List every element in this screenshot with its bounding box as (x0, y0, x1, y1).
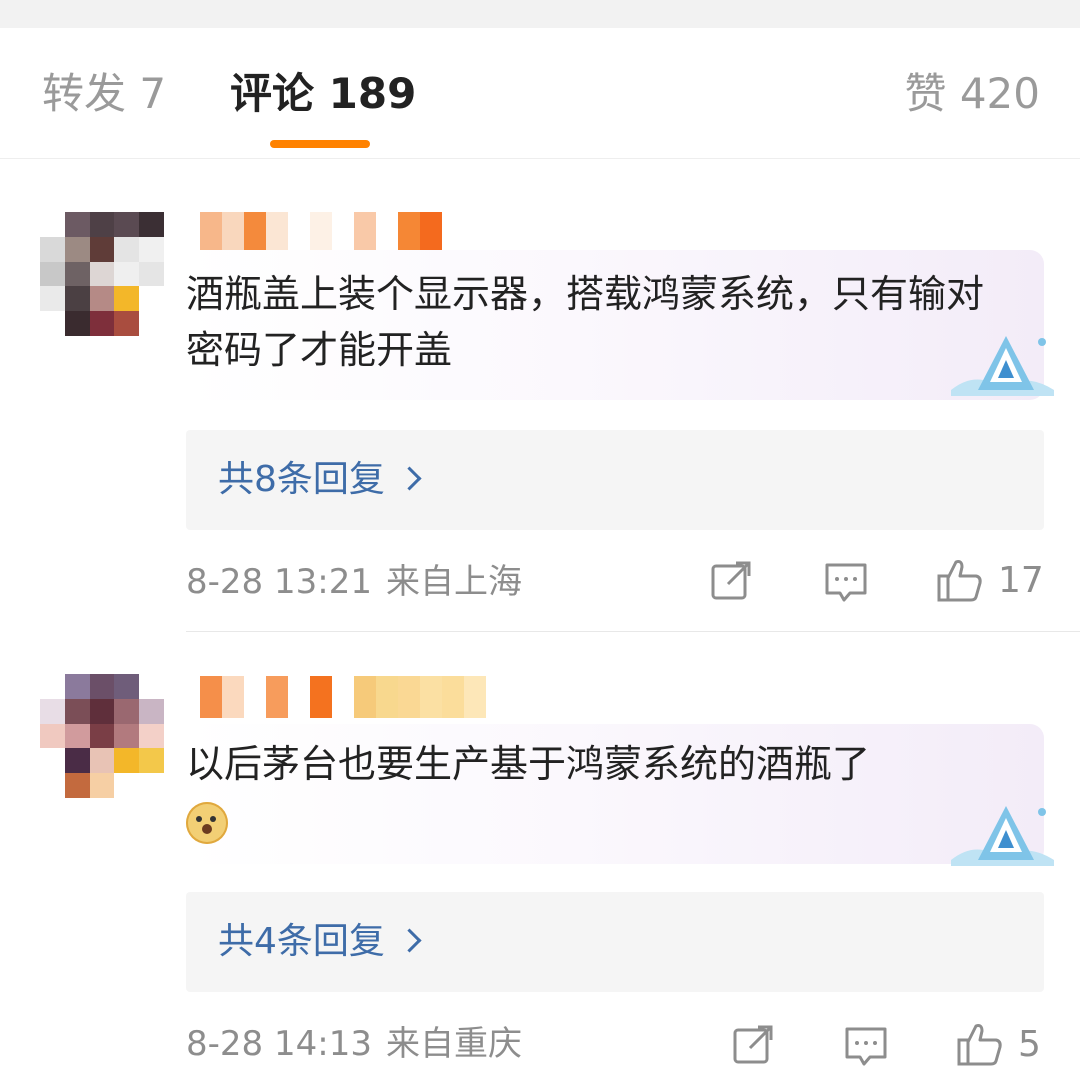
comment-time: 8-28 14:13 (186, 1024, 372, 1064)
username[interactable] (200, 676, 486, 718)
comment-icon (825, 563, 867, 602)
chevron-right-icon (397, 466, 422, 491)
comment-time: 8-28 13:21 (186, 562, 372, 602)
tab-bar: 转发 7 评论 189 赞 420 (0, 28, 1080, 159)
replies-count-label: 共4条回复 (218, 921, 385, 962)
comment-icon (845, 1027, 887, 1066)
replies-count-label: 共8条回复 (218, 459, 385, 500)
replies-count-link[interactable]: 共4条回复 (218, 918, 422, 966)
comment-meta: 8-28 14:13 来自重庆 (186, 1022, 522, 1066)
like-button[interactable]: 5 (956, 1020, 1041, 1068)
comment-meta: 8-28 13:21 来自上海 (186, 560, 522, 604)
fan-badge-icon (951, 806, 1054, 866)
comment-item: 酒瓶盖上装个显示器，搭载鸿蒙系统，只有输对密码了才能开盖 共8条回复 8-28 … (0, 158, 1080, 632)
tab-likes[interactable]: 赞 420 (904, 68, 1040, 120)
avatar[interactable] (40, 212, 164, 336)
thumbs-up-icon (957, 1024, 1002, 1066)
view-replies-button[interactable]: 共4条回复 (186, 892, 1044, 992)
like-count: 17 (998, 559, 1044, 601)
comments-page: 转发 7 评论 189 赞 420 酒瓶盖上装个显示器，搭载鸿蒙系统，只有输对密… (0, 0, 1080, 1085)
reply-comment-button[interactable] (844, 1024, 888, 1068)
fan-badge-icon (951, 336, 1054, 396)
repost-icon (733, 1025, 773, 1064)
repost-button[interactable] (732, 1022, 776, 1066)
comment-location: 来自上海 (385, 562, 522, 602)
avatar[interactable] (40, 674, 164, 798)
like-button[interactable]: 17 (936, 556, 1044, 604)
comment-text-body: 以后茅台也要生产基于鸿蒙系统的酒瓶了 (186, 742, 871, 786)
thumbs-up-icon (937, 560, 982, 602)
comment-location: 来自重庆 (385, 1024, 522, 1064)
like-count: 5 (1018, 1023, 1041, 1065)
top-strip (0, 0, 1080, 28)
active-tab-indicator (270, 140, 370, 148)
doge-emoji-icon (186, 801, 228, 844)
tab-repost[interactable]: 转发 7 (42, 68, 166, 120)
username[interactable] (200, 212, 442, 254)
comment-text: 以后茅台也要生产基于鸿蒙系统的酒瓶了 (186, 736, 1016, 848)
repost-icon (711, 561, 751, 600)
comment-text: 酒瓶盖上装个显示器，搭载鸿蒙系统，只有输对密码了才能开盖 (186, 272, 985, 372)
view-replies-button[interactable]: 共8条回复 (186, 430, 1044, 530)
comment-item: 以后茅台也要生产基于鸿蒙系统的酒瓶了 共4条回复 8-28 14:13 来自重庆 (0, 632, 1080, 1085)
tab-comments[interactable]: 评论 189 (230, 68, 416, 120)
reply-comment-button[interactable] (824, 560, 868, 604)
repost-button[interactable] (710, 558, 754, 602)
chevron-right-icon (397, 928, 422, 953)
replies-count-link[interactable]: 共8条回复 (218, 456, 422, 504)
